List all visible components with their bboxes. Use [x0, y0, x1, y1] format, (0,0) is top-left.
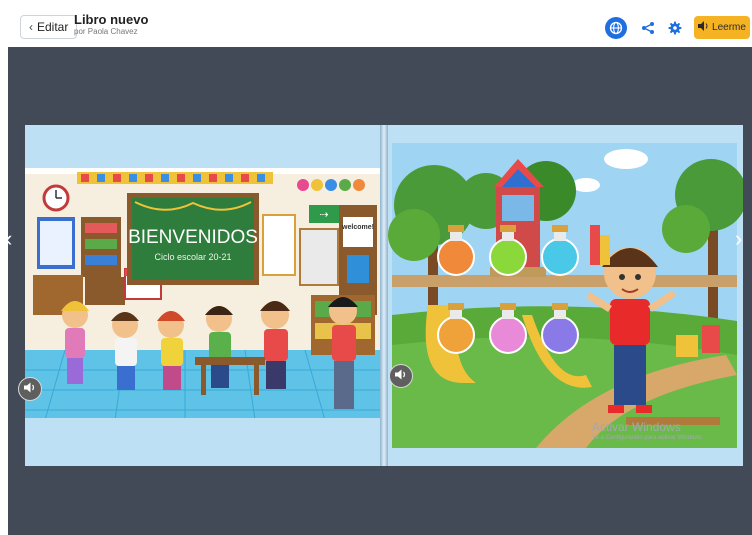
top-bar: ‹ Editar Libro nuevo por Paola Chavez Le… — [0, 0, 752, 45]
book-spine — [380, 125, 388, 466]
chalkboard-subtitle: Ciclo escolar 20-21 — [154, 252, 231, 262]
back-button[interactable]: ‹ Editar — [20, 15, 78, 39]
gear-icon[interactable] — [664, 17, 686, 39]
left-page: BIENVENIDOS Ciclo escolar 20-21 ⇢ welcom… — [25, 125, 382, 466]
speaker-icon — [24, 380, 36, 398]
title-block: Libro nuevo por Paola Chavez — [74, 12, 148, 37]
book-author: por Paola Chavez — [74, 27, 138, 36]
activation-watermark: Activar Windows Ve a Configuración para … — [592, 420, 703, 442]
chevron-left-icon: ‹ — [5, 226, 13, 251]
share-icon[interactable] — [637, 17, 659, 39]
prev-page-button[interactable]: ‹ — [5, 228, 12, 250]
book-title: Libro nuevo — [74, 12, 149, 27]
next-page-button[interactable]: › — [735, 228, 742, 250]
watermark-subtitle: Ve a Configuración para activar Windows. — [592, 435, 704, 441]
right-page — [386, 125, 743, 466]
chalkboard-title: BIENVENIDOS — [128, 227, 258, 248]
chevron-right-icon: › — [735, 226, 743, 251]
right-page-audio-button[interactable] — [389, 364, 413, 388]
svg-text:⇢: ⇢ — [319, 209, 328, 221]
door-sign: welcome! — [341, 224, 374, 231]
back-label: Editar — [37, 20, 69, 34]
speaker-icon — [395, 367, 407, 385]
chevron-left-icon: ‹ — [29, 20, 33, 34]
globe-icon[interactable] — [605, 17, 627, 39]
speaker-icon — [698, 21, 709, 34]
playground-illustration — [386, 125, 743, 466]
watermark-title: Activar Windows — [592, 420, 681, 434]
read-aloud-button[interactable]: Leerme — [694, 16, 750, 39]
open-book: BIENVENIDOS Ciclo escolar 20-21 ⇢ welcom… — [25, 125, 743, 466]
book-viewer: BIENVENIDOS Ciclo escolar 20-21 ⇢ welcom… — [8, 47, 752, 535]
read-aloud-label: Leerme — [712, 22, 746, 33]
left-page-audio-button[interactable] — [18, 377, 42, 401]
classroom-illustration: BIENVENIDOS Ciclo escolar 20-21 ⇢ welcom… — [25, 125, 382, 466]
